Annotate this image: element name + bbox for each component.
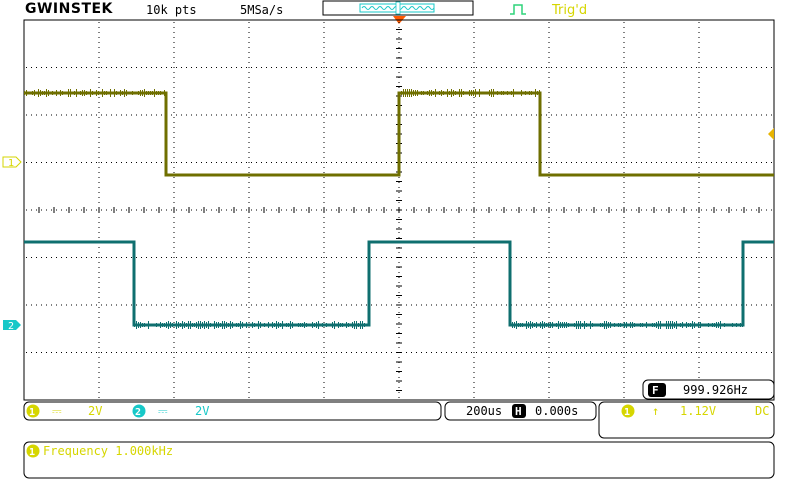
sample-rate: 5MSa/s (240, 3, 283, 17)
horizontal-position: 0.000s (535, 404, 578, 418)
ch2-ground-marker[interactable]: 2 (3, 320, 21, 332)
record-length: 10k pts (146, 3, 197, 17)
trigger-slope-icon: ↑ (652, 404, 659, 418)
oscilloscope-screen: GWINSTEK 10k pts 5MSa/s Trig'd 1 2 F 999… (2, 0, 775, 479)
frequency-measurement[interactable]: F 999.926Hz (642, 379, 775, 400)
trigger-source: 1 (624, 407, 630, 418)
message-badge: 1 (29, 447, 35, 458)
ch1-coupling: ⎓ (52, 404, 62, 418)
ch2-badge-num: 2 (135, 407, 141, 418)
graticule (23, 19, 772, 398)
ch1-badge-num: 1 (29, 407, 35, 418)
horizontal-badge-text: H (515, 405, 522, 418)
ch2-coupling: ⎓ (158, 404, 168, 418)
ch1-ground-marker[interactable]: 1 (2, 156, 22, 169)
trigger-status: Trig'd (551, 3, 587, 18)
trigger-level: 1.12V (680, 404, 716, 418)
trigger-level-marker[interactable] (768, 128, 774, 140)
timebase-scale: 200us (466, 404, 502, 418)
message-box: 1 Frequency 1.000kHz (23, 441, 775, 479)
ch1-scale: 2V (88, 404, 102, 418)
measure-badge-text: F (652, 384, 659, 397)
trigger-status-icon (510, 4, 526, 15)
trigger-coupling: DC (755, 404, 769, 418)
ch2-scale: 2V (195, 404, 209, 418)
brand-logo: GWINSTEK (25, 1, 114, 17)
ch2-marker-label: 2 (8, 321, 14, 332)
trigger-box[interactable]: 1 ↑ 1.12V DC (598, 401, 775, 439)
brand-text: GWINSTEK (25, 1, 114, 17)
memory-bar[interactable] (322, 0, 474, 16)
message-text: Frequency 1.000kHz (43, 444, 173, 458)
channel-status-bar[interactable]: 1 ⎓ 2V 2 ⎓ 2V (23, 401, 442, 421)
timebase-box[interactable]: 200us H 0.000s (444, 401, 597, 421)
measure-value: 999.926Hz (683, 383, 748, 397)
ch1-marker-label: 1 (8, 158, 14, 169)
